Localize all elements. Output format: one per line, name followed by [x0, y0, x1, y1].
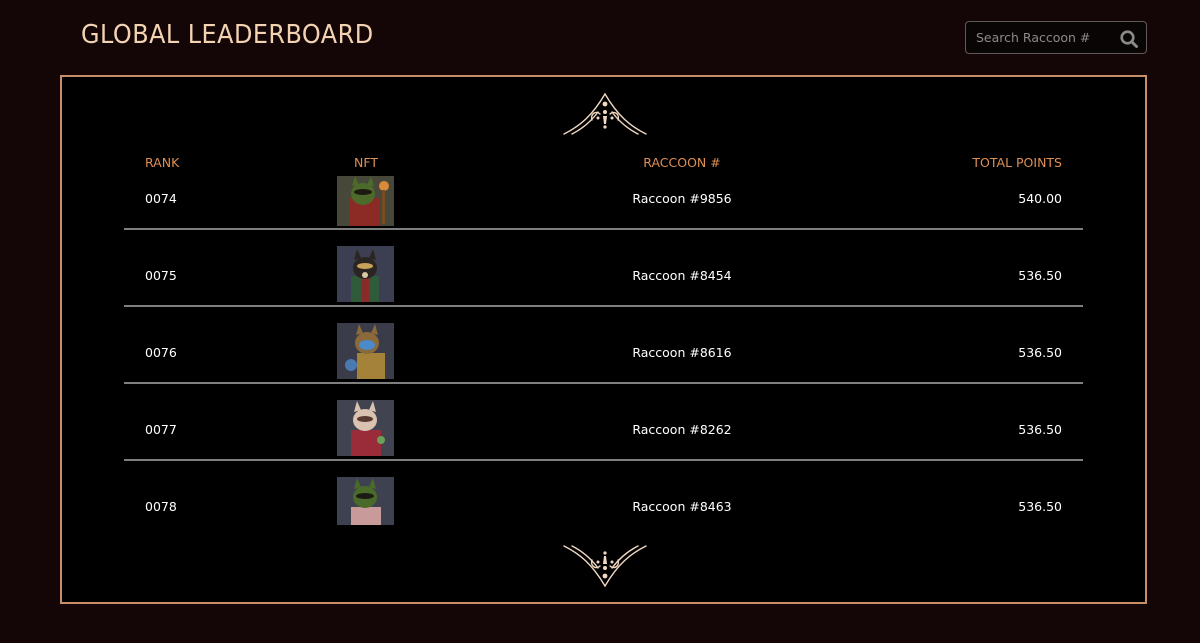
ornament-top-icon — [563, 92, 647, 135]
nft-thumbnail[interactable] — [337, 477, 394, 525]
rank-cell: 0074 — [145, 191, 177, 206]
points-cell: 536.50 — [1018, 422, 1062, 437]
nft-thumbnail[interactable] — [337, 323, 394, 379]
rank-cell: 0076 — [145, 345, 177, 360]
ornament-bottom-icon — [563, 545, 647, 588]
points-cell: 540.00 — [1018, 191, 1062, 206]
rank-cell: 0075 — [145, 268, 177, 283]
raccoon-name[interactable]: Raccoon #8463 — [622, 499, 742, 514]
raccoon-name[interactable]: Raccoon #8454 — [622, 268, 742, 283]
column-header-rank[interactable]: RANK — [145, 155, 179, 170]
column-header-nft: NFT — [354, 155, 378, 170]
raccoon-name[interactable]: Raccoon #8616 — [622, 345, 742, 360]
nft-thumbnail[interactable] — [337, 400, 394, 456]
leaderboard-panel: RANK NFT RACCOON # TOTAL POINTS 0074 Rac… — [60, 75, 1147, 604]
rank-cell: 0078 — [145, 499, 177, 514]
points-cell: 536.50 — [1018, 268, 1062, 283]
column-header-raccoon[interactable]: RACCOON # — [622, 155, 742, 170]
page-title: GLOBAL LEADERBOARD — [81, 20, 374, 50]
table-row[interactable]: 0075 Raccoon #8454 536.50 — [124, 230, 1083, 307]
rank-cell: 0077 — [145, 422, 177, 437]
raccoon-name[interactable]: Raccoon #9856 — [622, 191, 742, 206]
search-input[interactable] — [976, 22, 1112, 53]
nft-thumbnail[interactable] — [337, 246, 394, 302]
column-header-total-points[interactable]: TOTAL POINTS — [942, 155, 1062, 170]
table-row[interactable]: 0077 Raccoon #8262 536.50 — [124, 384, 1083, 461]
nft-thumbnail[interactable] — [337, 176, 394, 226]
table-row[interactable]: 0076 Raccoon #8616 536.50 — [124, 307, 1083, 384]
search-icon[interactable] — [1119, 29, 1139, 49]
points-cell: 536.50 — [1018, 499, 1062, 514]
raccoon-name[interactable]: Raccoon #8262 — [622, 422, 742, 437]
table-row[interactable]: 0078 Raccoon #8463 536.50 — [124, 461, 1083, 538]
points-cell: 536.50 — [1018, 345, 1062, 360]
